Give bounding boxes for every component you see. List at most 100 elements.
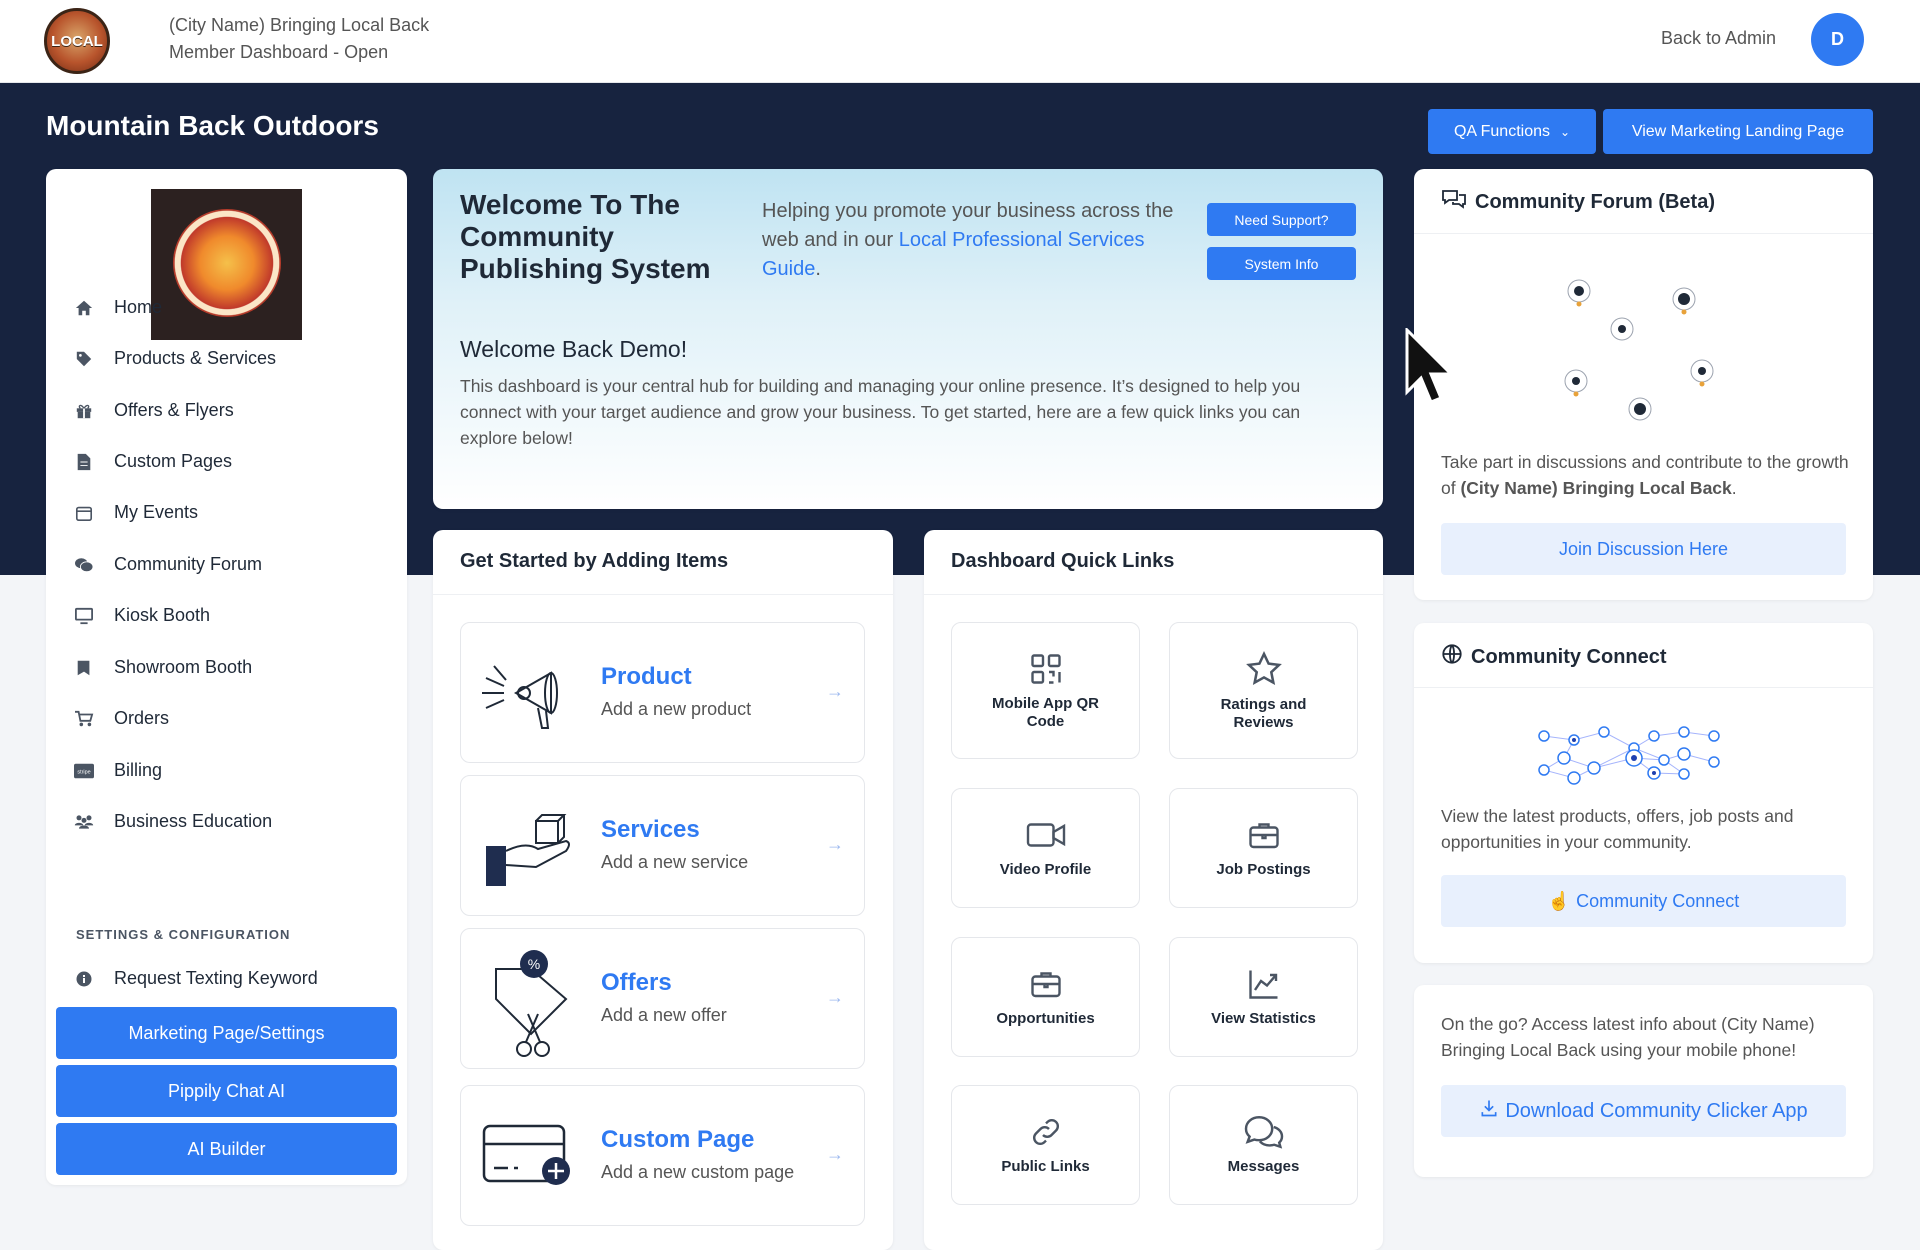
community-forum-card: Community Forum (Beta) Take part in disc… bbox=[1414, 169, 1873, 600]
qa-functions-button[interactable]: QA Functions ⌄ bbox=[1428, 109, 1596, 154]
sidebar-item-label: Billing bbox=[114, 760, 163, 780]
add-custom-page-item[interactable]: Custom Page Add a new custom page → bbox=[460, 1085, 865, 1226]
sidebar-item-label: Products & Services bbox=[114, 348, 277, 368]
view-landing-page-button[interactable]: View Marketing Landing Page bbox=[1603, 109, 1873, 154]
sidebar-item-home[interactable]: Home bbox=[74, 297, 162, 318]
network-illustration bbox=[1538, 726, 1720, 785]
arrow-right-icon: → bbox=[826, 1144, 844, 1164]
sidebar-item-kiosk-booth[interactable]: Kiosk Booth bbox=[74, 605, 210, 626]
sidebar-item-label: Orders bbox=[114, 708, 170, 728]
dashboard-subtitle: Member Dashboard - Open bbox=[169, 42, 389, 62]
forum-heading: Community Forum (Beta) bbox=[1441, 189, 1715, 215]
hand-box-icon bbox=[486, 814, 570, 886]
quick-links-panel: Dashboard Quick Links Mobile App QR Code… bbox=[924, 530, 1383, 1250]
item-subtitle: Add a new offer bbox=[601, 1005, 727, 1025]
welcome-greeting: Welcome Back Demo! bbox=[460, 336, 688, 362]
card-plus-icon bbox=[482, 1124, 570, 1185]
item-title: Services bbox=[601, 816, 700, 843]
sidebar: Home Products & Services Offers & Flyers Cu… bbox=[46, 169, 407, 1185]
tile-job-postings[interactable]: Job Postings bbox=[1169, 788, 1358, 908]
briefcase-icon bbox=[1030, 972, 1061, 998]
tile-public-links[interactable]: Public Links bbox=[951, 1085, 1140, 1205]
tile-label: View Statistics bbox=[1211, 1010, 1316, 1027]
tile-label: Mobile App QR Code bbox=[992, 694, 1099, 730]
need-support-button[interactable]: Need Support? bbox=[1207, 203, 1356, 236]
sidebar-item-label: Community Forum bbox=[114, 554, 263, 574]
item-subtitle: Add a new custom page bbox=[601, 1162, 795, 1182]
sidebar-item-label: Request Texting Keyword bbox=[114, 968, 318, 988]
comments-icon bbox=[1441, 189, 1467, 215]
download-app-button[interactable]: Download Community Clicker App bbox=[1441, 1085, 1846, 1137]
gift-icon bbox=[74, 401, 94, 421]
pippily-chat-ai-button[interactable]: Pippily Chat AI bbox=[56, 1065, 397, 1117]
arrow-right-icon: → bbox=[826, 834, 844, 854]
back-to-admin-link[interactable]: Back to Admin bbox=[1661, 28, 1776, 49]
mobile-text: On the go? Access latest info about (Cit… bbox=[1441, 1014, 1815, 1060]
sidebar-item-label: Kiosk Booth bbox=[114, 605, 211, 625]
get-started-panel: Get Started by Adding Items Product Add … bbox=[433, 530, 893, 1250]
sidebar-item-products-services[interactable]: Products & Services bbox=[74, 348, 276, 369]
tile-opportunities[interactable]: Opportunities bbox=[951, 937, 1140, 1057]
arrow-right-icon: → bbox=[826, 987, 844, 1007]
star-icon bbox=[1245, 650, 1282, 685]
tile-view-statistics[interactable]: View Statistics bbox=[1169, 937, 1358, 1057]
welcome-subtitle: Helping you promote your business across… bbox=[762, 200, 1174, 280]
calendar-icon bbox=[74, 503, 94, 523]
site-logo[interactable]: LOCAL bbox=[44, 8, 110, 74]
monitor-icon bbox=[74, 606, 94, 626]
business-logo bbox=[151, 189, 302, 340]
community-connect-card: Community Connect View the latest produc… bbox=[1414, 623, 1873, 963]
add-services-item[interactable]: Services Add a new service → bbox=[460, 775, 865, 916]
info-icon bbox=[74, 969, 94, 989]
sidebar-item-label: Custom Pages bbox=[114, 451, 233, 471]
tile-mobile-app-qr-code[interactable]: Mobile App QR Code bbox=[951, 622, 1140, 759]
sidebar-item-showroom-booth[interactable]: Showroom Booth bbox=[74, 657, 252, 678]
business-name: Mountain Back Outdoors bbox=[46, 110, 379, 141]
site-title: (City Name) Bringing Local Back bbox=[169, 15, 430, 35]
sidebar-item-business-education[interactable]: Business Education bbox=[74, 811, 272, 832]
tile-messages[interactable]: Messages bbox=[1169, 1085, 1358, 1205]
logo-text: LOCAL bbox=[51, 33, 103, 50]
forum-text: Take part in discussions and contribute … bbox=[1441, 452, 1849, 498]
item-subtitle: Add a new product bbox=[601, 699, 752, 719]
item-title: Product bbox=[601, 663, 692, 690]
item-title: Offers bbox=[601, 969, 672, 996]
add-product-item[interactable]: Product Add a new product → bbox=[460, 622, 865, 763]
tile-ratings-and-reviews[interactable]: Ratings and Reviews bbox=[1169, 622, 1358, 759]
marketing-page-settings-button[interactable]: Marketing Page/Settings bbox=[56, 1007, 397, 1059]
home-icon bbox=[74, 298, 94, 318]
forum-illustration bbox=[1564, 279, 1714, 421]
sidebar-item-custom-pages[interactable]: Custom Pages bbox=[74, 451, 232, 472]
mouse-cursor-icon bbox=[1405, 328, 1455, 404]
messages-icon bbox=[1244, 1116, 1283, 1149]
sidebar-item-offers-flyers[interactable]: Offers & Flyers bbox=[74, 400, 234, 421]
arrow-right-icon: → bbox=[826, 681, 844, 701]
stripe-icon: stripe bbox=[74, 761, 94, 781]
system-info-button[interactable]: System Info bbox=[1207, 247, 1356, 280]
user-avatar[interactable]: D bbox=[1811, 13, 1864, 66]
sidebar-item-label: My Events bbox=[114, 502, 199, 522]
get-started-heading: Get Started by Adding Items bbox=[433, 530, 893, 595]
ai-builder-button[interactable]: AI Builder bbox=[56, 1123, 397, 1175]
tile-label: Ratings and Reviews bbox=[1220, 695, 1307, 731]
megaphone-icon bbox=[482, 665, 558, 729]
sidebar-item-billing[interactable]: stripe Billing bbox=[74, 760, 162, 781]
download-icon bbox=[1479, 1098, 1499, 1124]
tile-video-profile[interactable]: Video Profile bbox=[951, 788, 1140, 908]
tile-label: Public Links bbox=[1001, 1158, 1090, 1175]
join-discussion-button[interactable]: Join Discussion Here bbox=[1441, 523, 1846, 575]
sidebar-item-community-forum[interactable]: Community Forum bbox=[74, 554, 262, 575]
tile-label: Opportunities bbox=[996, 1010, 1095, 1027]
qa-functions-label: QA Functions bbox=[1453, 122, 1550, 140]
sidebar-item-orders[interactable]: Orders bbox=[74, 708, 169, 729]
sidebar-item-my-events[interactable]: My Events bbox=[74, 502, 198, 523]
mobile-app-card: On the go? Access latest info about (Cit… bbox=[1414, 985, 1873, 1177]
qr-code-icon bbox=[1030, 653, 1061, 684]
sidebar-item-request-texting-keyword[interactable]: Request Texting Keyword bbox=[74, 968, 318, 989]
item-subtitle: Add a new service bbox=[601, 852, 749, 872]
book-icon bbox=[74, 658, 94, 678]
add-offers-item[interactable]: % Offers Add a new offer → bbox=[460, 928, 865, 1069]
connect-heading: Community Connect bbox=[1441, 643, 1667, 671]
chevron-down-icon: ⌄ bbox=[1559, 124, 1571, 139]
community-connect-button[interactable]: ☝ Community Connect bbox=[1441, 875, 1846, 927]
